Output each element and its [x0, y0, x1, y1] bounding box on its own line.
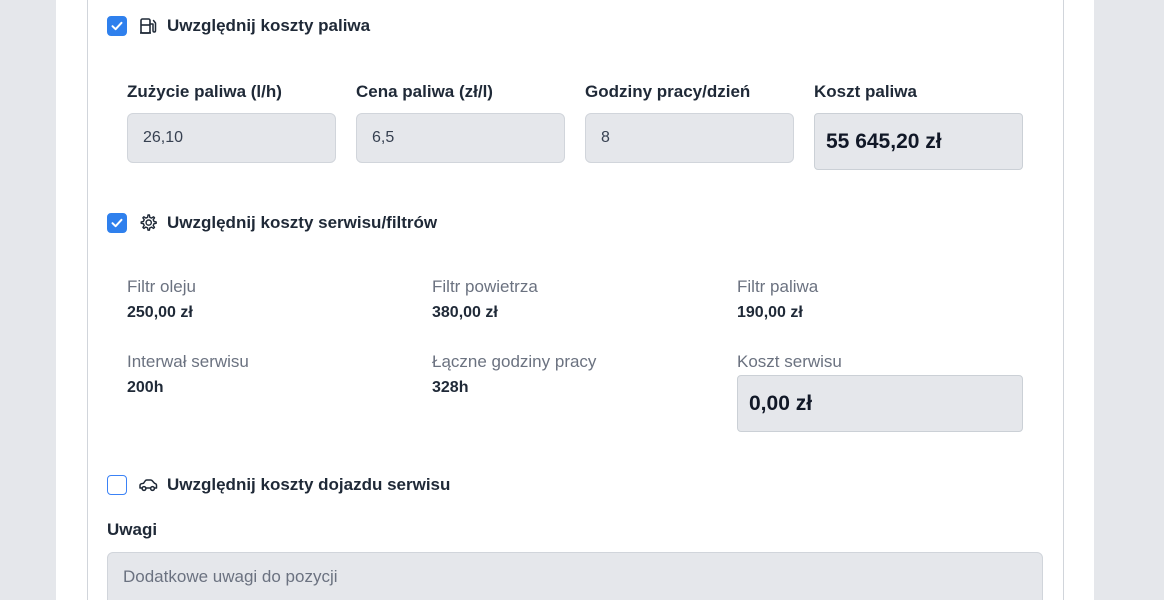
checkmark-icon: [111, 21, 123, 31]
travel-cost-toggle-row[interactable]: Uwzględnij koszty dojazdu serwisu: [107, 473, 450, 497]
fuel-consumption-field: Zużycie paliwa (l/h) 26,10: [127, 81, 336, 163]
service-cost-checkbox[interactable]: [107, 213, 127, 233]
service-interval-stat: Interwał serwisu 200h: [127, 351, 249, 398]
total-hours-value: 328h: [432, 379, 469, 396]
service-cost-toggle-row[interactable]: Uwzględnij koszty serwisu/filtrów: [107, 211, 437, 235]
service-interval-label: Interwał serwisu: [127, 352, 249, 371]
fuel-cost-checkbox[interactable]: [107, 16, 127, 36]
fuel-filter-label: Filtr paliwa: [737, 277, 819, 296]
fuel-filter-stat: Filtr paliwa 190,00 zł: [737, 276, 818, 323]
fuel-filter-value: 190,00 zł: [737, 304, 803, 321]
notes-label: Uwagi: [107, 520, 158, 539]
total-hours-stat: Łączne godziny pracy 328h: [432, 351, 596, 398]
air-filter-label: Filtr powietrza: [432, 277, 538, 296]
car-icon: [138, 475, 158, 495]
fuel-price-field: Cena paliwa (zł/l) 6,5: [356, 81, 565, 163]
oil-filter-value: 250,00 zł: [127, 304, 193, 321]
fuel-pump-icon: [138, 16, 158, 36]
service-cost-toggle-label: Uwzględnij koszty serwisu/filtrów: [167, 213, 438, 232]
service-interval-value: 200h: [127, 379, 164, 396]
air-filter-stat: Filtr powietrza 380,00 zł: [432, 276, 538, 323]
oil-filter-label: Filtr oleju: [127, 277, 196, 296]
travel-cost-toggle-label: Uwzględnij koszty dojazdu serwisu: [167, 475, 451, 494]
service-cost-label: Koszt serwisu: [737, 352, 842, 371]
work-hours-label: Godziny pracy/dzień: [585, 82, 751, 101]
fuel-cost-value: 55 645,20 zł: [814, 113, 1023, 170]
fuel-consumption-input[interactable]: 26,10: [127, 113, 336, 163]
work-hours-input[interactable]: 8: [585, 113, 794, 163]
fuel-cost-toggle-label: Uwzględnij koszty paliwa: [167, 16, 371, 35]
fuel-price-input[interactable]: 6,5: [356, 113, 565, 163]
travel-cost-checkbox[interactable]: [107, 475, 127, 495]
gear-icon: [138, 213, 158, 233]
fuel-consumption-label: Zużycie paliwa (l/h): [127, 82, 282, 101]
total-hours-label: Łączne godziny pracy: [432, 352, 597, 371]
checkmark-icon: [111, 218, 123, 228]
air-filter-value: 380,00 zł: [432, 304, 498, 321]
service-cost-value: 0,00 zł: [737, 375, 1023, 432]
oil-filter-stat: Filtr oleju 250,00 zł: [127, 276, 196, 323]
fuel-price-label: Cena paliwa (zł/l): [356, 82, 493, 101]
notes-textarea[interactable]: Dodatkowe uwagi do pozycji: [107, 552, 1043, 600]
fuel-cost-label: Koszt paliwa: [814, 82, 917, 101]
fuel-cost-toggle-row[interactable]: Uwzględnij koszty paliwa: [107, 14, 370, 38]
fuel-cost-field: Koszt paliwa 55 645,20 zł: [814, 81, 1023, 170]
work-hours-field: Godziny pracy/dzień 8: [585, 81, 794, 163]
service-cost-stat: Koszt serwisu: [737, 351, 842, 373]
